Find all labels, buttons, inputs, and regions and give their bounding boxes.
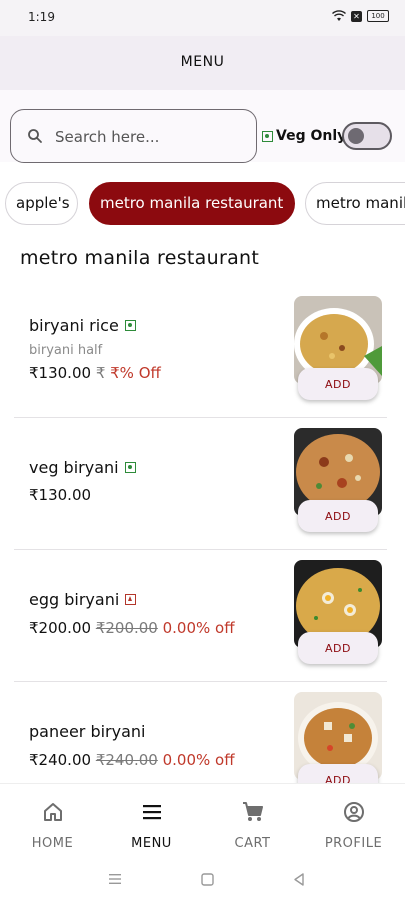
add-button[interactable]: ADD: [298, 500, 378, 532]
nav-profile[interactable]: PROFILE: [303, 784, 404, 860]
nav-label: CART: [234, 836, 271, 851]
item-name: paneer biryani: [29, 722, 146, 741]
add-button[interactable]: ADD: [298, 632, 378, 664]
wifi-icon: [332, 10, 346, 21]
veg-only-filter: Veg Only: [262, 128, 346, 144]
item-price: ₹200.00: [29, 619, 92, 637]
search-icon: [28, 129, 42, 143]
home-square-icon[interactable]: [201, 873, 214, 886]
back-icon[interactable]: [293, 873, 305, 886]
home-icon: [44, 803, 62, 821]
add-button[interactable]: ADD: [298, 368, 378, 400]
profile-icon: [344, 802, 364, 822]
status-bar: 1:19 ✕ 100: [0, 0, 405, 36]
item-price-row: ₹130.00 ₹ ₹% Off: [29, 364, 161, 382]
system-nav-bar: [0, 859, 405, 900]
veg-mark-icon: [124, 462, 136, 473]
item-name: biryani rice: [29, 316, 119, 335]
search-box[interactable]: [10, 109, 257, 163]
cart-icon: [243, 802, 263, 821]
page-title: MENU: [180, 54, 225, 70]
item-name-row: veg biryani: [29, 458, 136, 477]
bottom-nav: HOME MENU CART PROFILE: [0, 783, 405, 859]
veg-mark-icon: [262, 130, 273, 142]
item-old-price: ₹200.00: [95, 619, 158, 637]
toggle-knob: [348, 128, 364, 144]
item-name-row: biryani rice: [29, 316, 136, 335]
item-price: ₹130.00: [29, 364, 92, 382]
veg-mark-icon: [124, 320, 136, 331]
search-input[interactable]: [55, 126, 250, 148]
status-icons: ✕ 100: [332, 10, 389, 22]
item-name: veg biryani: [29, 458, 119, 477]
category-chip-active[interactable]: metro manila restaurant: [89, 182, 295, 225]
nonveg-mark-icon: [125, 594, 137, 605]
menu-item[interactable]: egg biryani ₹200.00 ₹200.00 0.00% off AD…: [0, 550, 405, 682]
nav-cart[interactable]: CART: [202, 784, 303, 860]
veg-only-label: Veg Only: [276, 128, 347, 144]
nav-label: MENU: [131, 836, 172, 851]
category-chip[interactable]: apple's: [5, 182, 78, 225]
item-name-row: paneer biryani: [29, 722, 146, 741]
item-price-row: ₹200.00 ₹200.00 0.00% off: [29, 619, 235, 637]
item-price: ₹240.00: [29, 751, 92, 769]
veg-only-toggle[interactable]: [342, 122, 392, 150]
item-price-row: ₹240.00 ₹240.00 0.00% off: [29, 751, 235, 769]
item-description: biryani half: [29, 343, 103, 358]
menu-item[interactable]: biryani rice biryani half ₹130.00 ₹ ₹% O…: [0, 286, 405, 418]
search-row: Veg Only: [0, 90, 405, 163]
nav-menu[interactable]: MENU: [101, 784, 202, 860]
item-old-price: ₹240.00: [95, 751, 158, 769]
item-name-row: egg biryani: [29, 590, 137, 609]
section-title: metro manila restaurant: [20, 247, 260, 269]
nav-label: PROFILE: [324, 836, 383, 851]
item-old-price: ₹: [95, 364, 106, 382]
menu-item[interactable]: veg biryani ₹130.00 ADD: [0, 418, 405, 550]
app-header: MENU: [0, 36, 405, 90]
item-price-row: ₹130.00: [29, 486, 91, 504]
category-chip[interactable]: metro manila: [305, 182, 405, 225]
item-discount: ₹% Off: [110, 364, 161, 382]
menu-icon: [143, 805, 161, 820]
battery-icon: 100: [367, 10, 389, 22]
item-price: ₹130.00: [29, 486, 92, 504]
item-discount: 0.00% off: [162, 751, 235, 769]
nav-home[interactable]: HOME: [2, 784, 103, 860]
recent-apps-icon[interactable]: [108, 873, 122, 885]
item-discount: 0.00% off: [162, 619, 235, 637]
notification-x-icon: ✕: [351, 10, 362, 22]
status-time: 1:19: [28, 10, 55, 24]
nav-label: HOME: [31, 836, 74, 851]
item-name: egg biryani: [29, 590, 120, 609]
category-chips: apple's metro manila restaurant metro ma…: [0, 182, 405, 226]
